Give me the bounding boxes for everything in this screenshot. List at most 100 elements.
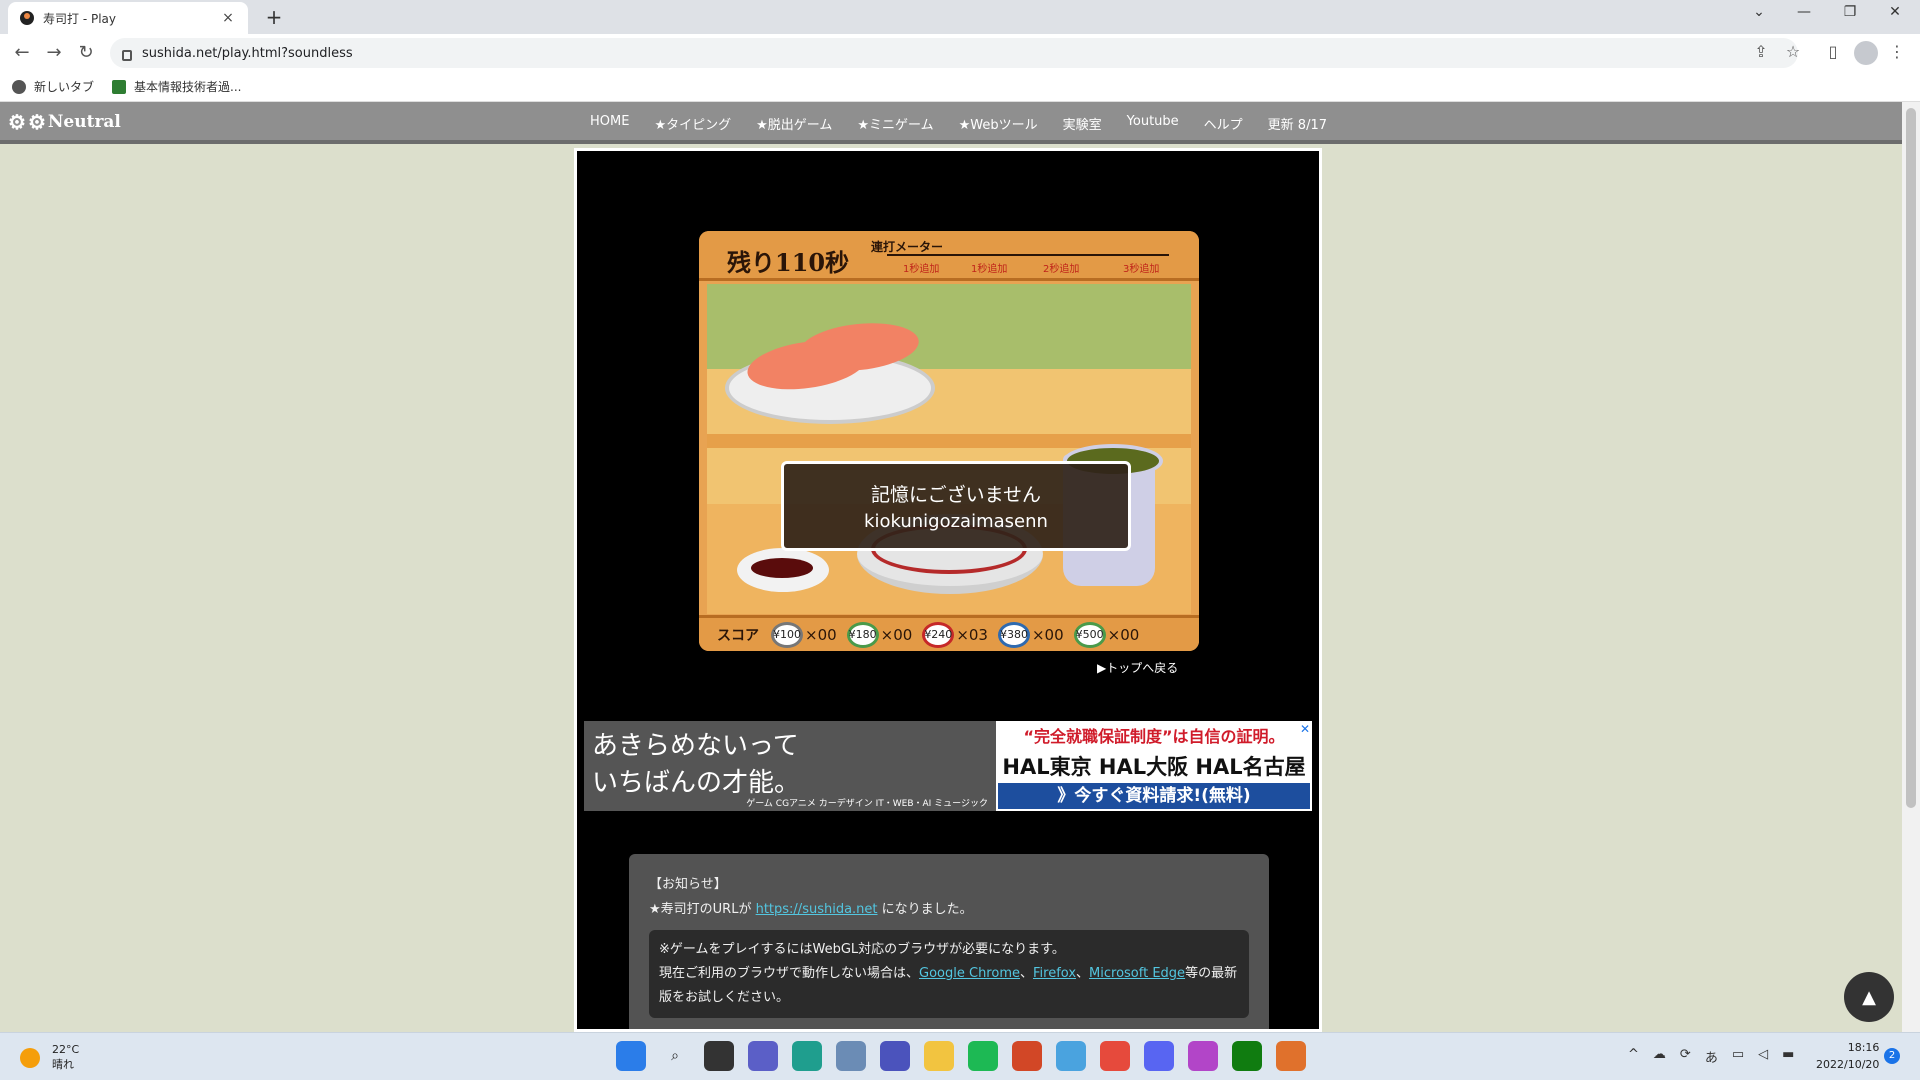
- notification-badge[interactable]: 2: [1884, 1048, 1900, 1064]
- new-tab-button[interactable]: +: [262, 5, 286, 29]
- sushi-counter-scene: 記憶にございません kiokunigozaimasenn: [707, 284, 1191, 614]
- nav-mini-game[interactable]: ★ミニゲーム: [857, 114, 933, 133]
- combo-meter-bar: [887, 254, 1169, 256]
- clock-date: 2022/10/20: [1816, 1058, 1880, 1071]
- score-label: スコア: [717, 627, 759, 644]
- bookmark-item[interactable]: 基本情報技術者過...: [112, 78, 241, 95]
- plate-counter: ¥500 ×00: [1073, 621, 1140, 648]
- notice-url-line: ★寿司打のURLが https://sushida.net になりました。: [649, 897, 1249, 922]
- side-panel-icon[interactable]: ▯: [1822, 42, 1844, 61]
- nav-help[interactable]: ヘルプ: [1204, 114, 1243, 133]
- nav-home[interactable]: HOME: [590, 114, 629, 133]
- tray-overflow-icon[interactable]: ^: [1628, 1047, 1639, 1066]
- ad-subtext: ゲーム CGアニメ カーデザイン IT・WEB・AI ミュージック: [746, 799, 988, 809]
- lock-icon[interactable]: [122, 49, 132, 61]
- chrome-link[interactable]: Google Chrome: [919, 966, 1020, 981]
- app-icon[interactable]: [1188, 1041, 1218, 1071]
- discord-icon[interactable]: [1144, 1041, 1174, 1071]
- minimize-icon[interactable]: —: [1789, 4, 1819, 20]
- webgl-line: 版をお試しください。: [659, 990, 790, 1005]
- nav-lab[interactable]: 実験室: [1063, 114, 1102, 133]
- back-icon[interactable]: ←: [10, 41, 34, 65]
- notice-text: 、: [1019, 966, 1033, 981]
- scroll-thumb[interactable]: [1906, 108, 1916, 808]
- plate-counter: ¥100 ×00: [771, 621, 837, 648]
- tab-close-icon[interactable]: ×: [220, 10, 236, 26]
- sync-icon[interactable]: ⟳: [1680, 1047, 1691, 1066]
- site-favicon-icon: [112, 79, 127, 94]
- ad-close-icon[interactable]: ✕: [1300, 722, 1310, 736]
- url-text: sushida.net/play.html?soundless: [142, 45, 353, 61]
- site-logo[interactable]: ⚙ ⚙ Neutral: [8, 110, 121, 134]
- temperature: 22°C: [52, 1043, 80, 1056]
- share-icon[interactable]: ⇪: [1750, 42, 1772, 61]
- weather-condition: 晴れ: [52, 1058, 74, 1071]
- chrome-icon[interactable]: [1100, 1041, 1130, 1071]
- webgl-notice: ※ゲームをプレイするにはWebGL対応のブラウザが必要になります。 現在ご利用の…: [649, 930, 1249, 1018]
- advertisement-banner[interactable]: あきらめないって いちばんの才能。 ゲーム CGアニメ カーデザイン IT・WE…: [584, 721, 1312, 811]
- network-icon[interactable]: ▭: [1732, 1047, 1744, 1066]
- ad-school-names: HAL東京 HAL大阪 HAL名古屋: [1002, 755, 1306, 779]
- bookmarks-bar: 新しいタブ 基本情報技術者過...: [0, 72, 1920, 102]
- firefox-link[interactable]: Firefox: [1033, 966, 1076, 981]
- sublime-text-icon[interactable]: [1276, 1041, 1306, 1071]
- sushida-url-link[interactable]: https://sushida.net: [756, 902, 878, 917]
- app-icon[interactable]: [1056, 1041, 1086, 1071]
- battery-icon[interactable]: ▬: [1782, 1047, 1794, 1066]
- game-canvas[interactable]: 残り110秒 連打メーター 1秒追加 1秒追加 2秒追加 3秒追加 記憶にござい…: [699, 231, 1199, 651]
- tab-search-icon[interactable]: ⌄: [1744, 4, 1774, 20]
- meter-label: 3秒追加: [1123, 264, 1160, 275]
- bookmark-star-icon[interactable]: ☆: [1782, 42, 1804, 61]
- teams-icon[interactable]: [880, 1041, 910, 1071]
- start-icon[interactable]: [616, 1041, 646, 1071]
- bookmark-item[interactable]: 新しいタブ: [12, 78, 94, 95]
- file-explorer-icon[interactable]: [924, 1041, 954, 1071]
- plate-price: ¥180: [846, 621, 879, 648]
- search-icon[interactable]: ⌕: [660, 1041, 690, 1071]
- photos-icon[interactable]: [836, 1041, 866, 1071]
- edge-link[interactable]: Microsoft Edge: [1089, 966, 1185, 981]
- clock[interactable]: 18:16 2022/10/20: [1816, 1039, 1879, 1073]
- ime-indicator[interactable]: あ: [1705, 1047, 1718, 1066]
- nav-updates[interactable]: 更新 8/17: [1268, 114, 1327, 133]
- page-scrollbar[interactable]: [1902, 102, 1920, 1032]
- site-nav-links: HOME ★タイピング ★脱出ゲーム ★ミニゲーム ★Webツール 実験室 Yo…: [590, 114, 1352, 133]
- restore-icon[interactable]: ❐: [1835, 4, 1865, 20]
- browser-tab[interactable]: 寿司打 - Play ×: [8, 2, 248, 34]
- plate-count: ×00: [880, 625, 913, 644]
- reload-icon[interactable]: ↻: [74, 41, 98, 65]
- nav-escape-game[interactable]: ★脱出ゲーム: [756, 114, 832, 133]
- ad-cta-button[interactable]: 》今すぐ資料請求!(無料): [998, 783, 1310, 809]
- task-view-icon[interactable]: [704, 1041, 734, 1071]
- score-plank: スコア ¥100 ×00 ¥180 ×00 ¥240 ×03 ¥380 ×00 …: [699, 615, 1199, 651]
- onedrive-icon[interactable]: ☁: [1653, 1047, 1666, 1066]
- notice-text: 等の最新: [1185, 966, 1238, 981]
- ad-left-panel: あきらめないって いちばんの才能。 ゲーム CGアニメ カーデザイン IT・WE…: [584, 721, 996, 811]
- notice-box: 【お知らせ】 ★寿司打のURLが https://sushida.net になり…: [629, 854, 1269, 1029]
- close-window-icon[interactable]: ✕: [1880, 4, 1910, 20]
- logo-text: Neutral: [47, 112, 121, 132]
- nav-youtube[interactable]: Youtube: [1127, 114, 1179, 133]
- sushi-favicon-icon: [20, 11, 34, 25]
- volume-icon[interactable]: ◁: [1758, 1047, 1768, 1066]
- powerpoint-icon[interactable]: [1012, 1041, 1042, 1071]
- profile-avatar[interactable]: [1854, 41, 1878, 65]
- nav-typing[interactable]: ★タイピング: [654, 114, 731, 133]
- back-to-top-link[interactable]: ▶トップへ戻る: [1097, 659, 1178, 676]
- forward-icon[interactable]: →: [42, 41, 66, 65]
- spotify-icon[interactable]: [968, 1041, 998, 1071]
- nav-web-tools[interactable]: ★Webツール: [959, 114, 1038, 133]
- notice-text: 現在ご利用のブラウザで動作しない場合は、: [659, 966, 920, 981]
- chat-icon[interactable]: [748, 1041, 778, 1071]
- weather-widget[interactable]: 22°C 晴れ: [20, 1043, 79, 1072]
- address-bar[interactable]: sushida.net/play.html?soundless: [110, 38, 1798, 68]
- plate-price: ¥240: [922, 621, 955, 648]
- plate-count: ×03: [956, 625, 988, 644]
- edge-icon[interactable]: [792, 1041, 822, 1071]
- menu-icon[interactable]: ⋮: [1886, 42, 1908, 61]
- plate-count: ×00: [1107, 625, 1140, 644]
- notice-text: 、: [1076, 966, 1090, 981]
- xbox-icon[interactable]: [1232, 1041, 1262, 1071]
- game-header-plank: 残り110秒 連打メーター 1秒追加 1秒追加 2秒追加 3秒追加: [699, 231, 1199, 281]
- scroll-to-top-button[interactable]: ▲: [1844, 972, 1894, 1022]
